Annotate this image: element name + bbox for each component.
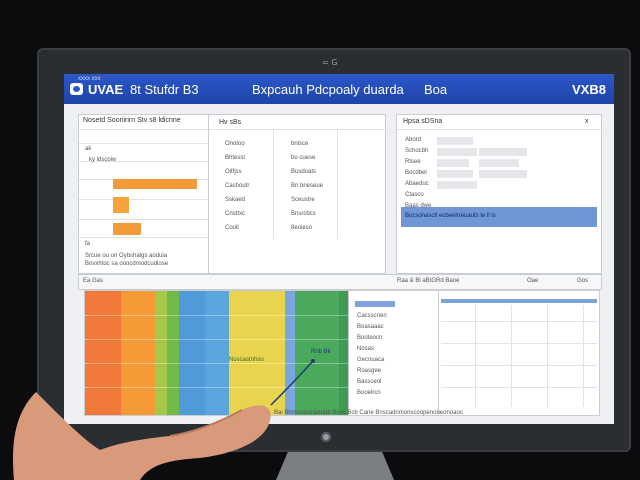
field-label: Abord: [405, 137, 422, 143]
top-middle-panel: Hv sBs Onotoo Bhtesst Oitfjss Cashoutr S…: [208, 114, 386, 274]
bottom-toolbar: Ea Gas Raa & Bl aBtGRd Baoe Oae Gos: [78, 274, 602, 290]
list-item[interactable]: Busdoats: [291, 169, 316, 175]
selected-item-band[interactable]: [355, 301, 395, 307]
list-item[interactable]: Bnsrcbcs: [291, 211, 316, 217]
bottom-toolbar-right[interactable]: Gos: [577, 278, 588, 284]
input-field[interactable]: [479, 148, 527, 156]
list-item[interactable]: Oitfjss: [225, 169, 242, 175]
divider: [337, 129, 338, 239]
titlebar-section: 8t Stufdr B3: [130, 82, 199, 97]
bottom-toolbar-middle[interactable]: Raa & Bl aBtGRd Baoe: [397, 278, 459, 284]
input-field[interactable]: [437, 159, 469, 167]
divider: [79, 199, 209, 200]
top-right-panel-header: Hpsa sDSna: [403, 118, 443, 125]
monitor-camera-label: = G: [322, 58, 338, 67]
bottom-grid-panel: [438, 290, 600, 416]
list-item[interactable]: Booelrcn: [357, 390, 381, 396]
field-label: Ctasco: [405, 192, 424, 198]
caption: Bovxhtoc sa ooocdmodcudiose: [85, 261, 169, 267]
input-field[interactable]: [437, 137, 473, 145]
grid-line: [441, 387, 597, 388]
grid-line: [441, 365, 597, 366]
input-field[interactable]: [437, 170, 473, 178]
list-item[interactable]: Cashoutr: [225, 183, 249, 189]
table-cell: ky ldscoiw: [89, 157, 117, 163]
divider: [273, 129, 274, 239]
app-logo-icon[interactable]: [70, 83, 83, 95]
grid-header-band: [441, 299, 597, 303]
orange-bar: [113, 223, 141, 235]
input-field[interactable]: [479, 159, 519, 167]
titlebar-extra: Boa: [424, 82, 448, 97]
divider: [79, 143, 209, 144]
grid-line: [583, 305, 584, 407]
divider: [79, 237, 209, 238]
list-item[interactable]: Sceustre: [291, 197, 315, 203]
field-label: Abaeduc: [405, 181, 429, 187]
table-cell: fa: [85, 241, 91, 247]
brand-name: UVAE: [88, 82, 124, 97]
footer-text: Bai Bbnsscunnaeddb Bosc Bcb Cane Bnscadn…: [274, 410, 463, 416]
grid-line: [547, 305, 548, 407]
input-field[interactable]: [437, 181, 477, 189]
list-item[interactable]: bnlsce: [291, 141, 308, 147]
list-item[interactable]: Cooll: [225, 225, 239, 231]
bottom-toolbar-left[interactable]: Ea Gas: [83, 278, 103, 284]
grid-line: [475, 305, 476, 407]
list-item[interactable]: Gecouaca: [357, 357, 384, 363]
list-item[interactable]: Bn bneseue: [291, 183, 323, 189]
field-label: Rtsee: [405, 159, 421, 165]
list-item[interactable]: Sskaed: [225, 197, 245, 203]
close-icon[interactable]: x: [585, 118, 589, 125]
titlebar-right-label[interactable]: VXB8: [572, 82, 606, 97]
list-item[interactable]: Roasgee: [357, 368, 381, 374]
divider: [79, 129, 209, 130]
top-middle-panel-header: Hv sBs: [219, 119, 242, 126]
list-item[interactable]: Bhtesst: [225, 155, 245, 161]
orange-bar: [113, 197, 129, 213]
list-item[interactable]: Onotoo: [225, 141, 245, 147]
field-label: Schocbh: [405, 148, 429, 154]
screen: xxxx xxx UVAE 8t Stufdr B3 Bxpcauh Pdcpo…: [64, 74, 614, 424]
list-item[interactable]: Boasaaac: [357, 324, 384, 330]
input-field[interactable]: [437, 148, 477, 156]
caption: Srcue ou on Oybshalgs aoduia: [85, 253, 168, 259]
divider: [397, 129, 601, 130]
divider: [79, 219, 209, 220]
list-item[interactable]: Bassceol: [357, 379, 381, 385]
title-bar: xxxx xxx UVAE 8t Stufdr B3 Bxpcauh Pdcpo…: [64, 74, 614, 104]
table-cell: ak: [85, 146, 92, 152]
list-item[interactable]: Cnsttxc: [225, 211, 245, 217]
list-item[interactable]: Cacsscnen: [357, 313, 387, 319]
bottom-list-panel: Cacsscnen Boasaaac Booteocn Nosas Gecoua…: [348, 290, 440, 416]
orange-bar: [113, 179, 197, 189]
grid-line: [441, 321, 597, 322]
hand-image: [12, 392, 271, 480]
input-field[interactable]: [479, 170, 527, 178]
field-label: Bocdbel: [405, 170, 427, 176]
highlight-band-text: Bocsonasclt ecbeehreuauts te ll ls: [405, 213, 496, 219]
list-item[interactable]: Nosas: [357, 346, 374, 352]
power-button[interactable]: [321, 432, 331, 442]
divider: [209, 129, 385, 130]
list-item[interactable]: 8eoieso: [291, 225, 312, 231]
list-item[interactable]: bu cuese: [291, 155, 315, 161]
top-right-panel: Hpsa sDSna x Abord Schocbh Rtsee Bocdbel…: [396, 114, 602, 274]
window-title: Bxpcauh Pdcpoaly duarda: [252, 82, 404, 97]
bottom-toolbar-right[interactable]: Oae: [527, 278, 538, 284]
list-item[interactable]: Booteocn: [357, 335, 382, 341]
grid-line: [441, 343, 597, 344]
top-left-panel-header: Nosetd Soonirirn Stv s8 ldicnne: [83, 117, 181, 124]
top-left-panel: Nosetd Soonirirn Stv s8 ldicnne ak ky ld…: [78, 114, 210, 274]
grid-line: [511, 305, 512, 407]
